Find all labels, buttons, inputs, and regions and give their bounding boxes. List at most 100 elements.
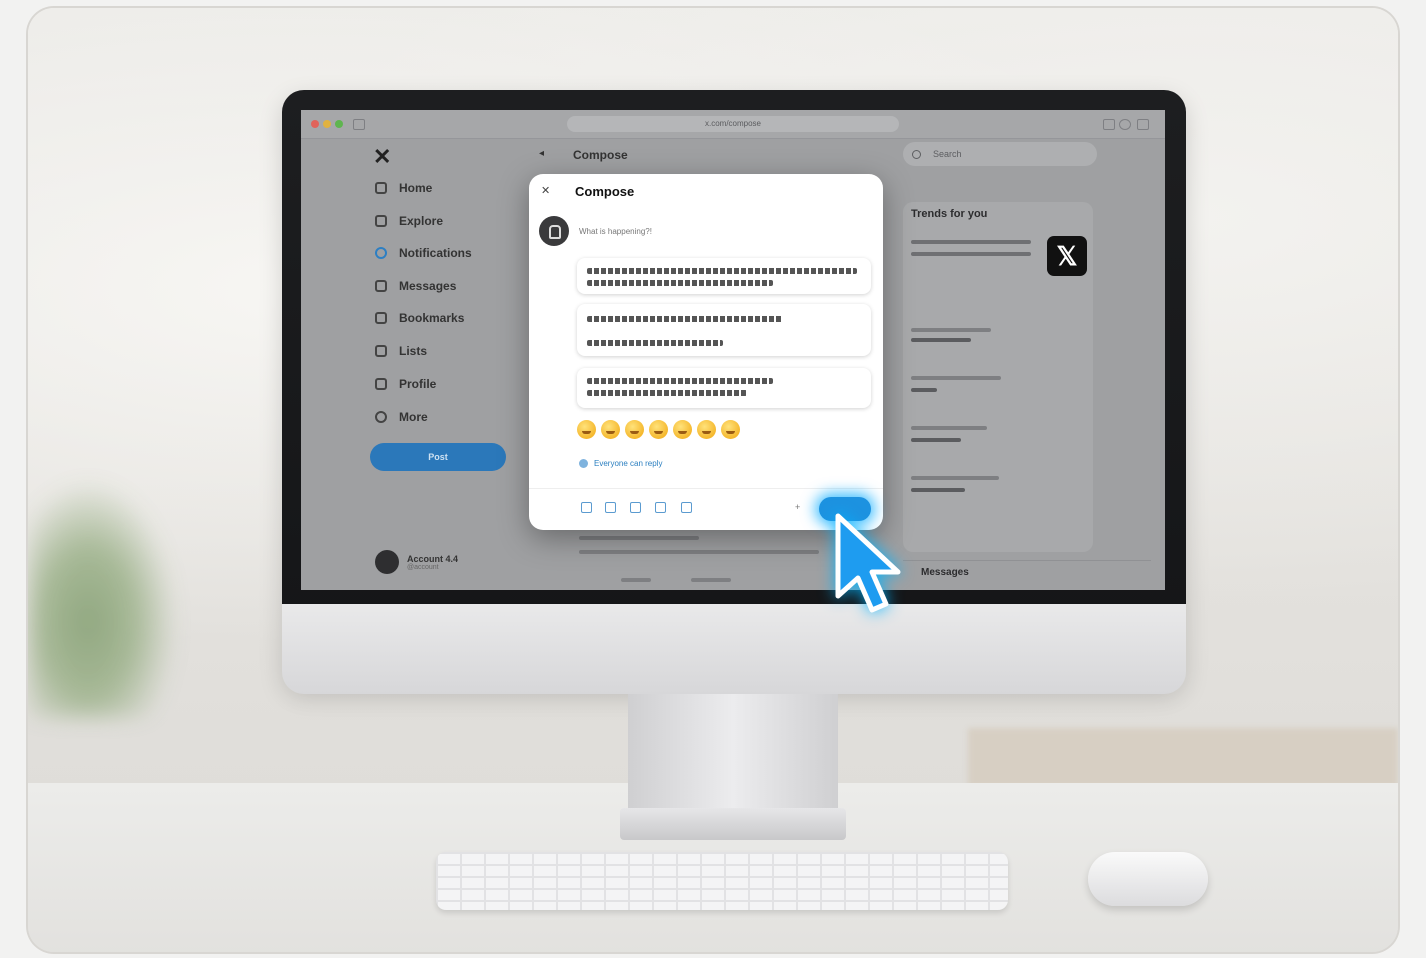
- trend-text-line: [911, 476, 999, 480]
- sidebar-item-label: Profile: [399, 377, 437, 391]
- draft-text-line: [587, 378, 773, 384]
- monitor-stand-base: [620, 808, 846, 840]
- account-switcher[interactable]: Account 4.4 @account: [375, 550, 458, 574]
- post-button[interactable]: Post: [370, 443, 506, 471]
- mouse-cursor-icon: [835, 513, 901, 613]
- trend-text-line: [911, 388, 937, 392]
- timeline-text-line: [579, 536, 699, 540]
- sidebar-item-more[interactable]: More: [375, 407, 428, 427]
- sidebar-item-label: Lists: [399, 344, 428, 358]
- draft-text-line: [587, 280, 773, 286]
- sidebar-item-home[interactable]: Home: [375, 178, 432, 198]
- sidebar-item-label: Home: [399, 181, 433, 195]
- account-handle: @account: [407, 563, 439, 571]
- tabs-overview-icon[interactable]: [1137, 119, 1149, 130]
- bell-icon: [375, 247, 387, 259]
- bookmark-icon: [375, 312, 387, 324]
- draft-text-line: [587, 316, 783, 322]
- timeline-text-line: [691, 578, 731, 582]
- explore-icon: [375, 215, 387, 227]
- draft-text-line: [587, 268, 857, 274]
- account-name: Account 4.4: [407, 553, 459, 564]
- trend-text-line: [911, 426, 987, 430]
- gif-icon[interactable]: [605, 502, 616, 513]
- trend-text-line: [911, 338, 971, 342]
- add-thread-icon[interactable]: +: [795, 502, 800, 512]
- poll-icon[interactable]: [630, 502, 641, 513]
- trend-text-line: [911, 328, 991, 332]
- list-icon: [375, 345, 387, 357]
- emoji-icon[interactable]: [601, 420, 620, 439]
- emoji-row: [577, 420, 740, 439]
- emoji-icon[interactable]: [625, 420, 644, 439]
- trend-text-line: [911, 488, 965, 492]
- timeline-text-line: [579, 550, 819, 554]
- address-bar[interactable]: x.com/compose: [567, 116, 899, 132]
- sidebar-item-label: Bookmarks: [399, 311, 465, 325]
- more-icon: [375, 411, 387, 423]
- compose-modal: ✕ Compose What is happening?! Everyone c…: [529, 174, 883, 530]
- background-cabinet: [968, 728, 1398, 788]
- draft-card[interactable]: [577, 258, 871, 294]
- user-avatar: [539, 216, 569, 246]
- monitor-stand: [628, 694, 838, 814]
- image-icon[interactable]: [581, 502, 592, 513]
- page-title: Compose: [573, 148, 628, 162]
- screen: x.com/compose ✕ Home Explore Notificatio…: [301, 110, 1165, 590]
- trend-text-line: [911, 252, 1031, 256]
- draft-card[interactable]: [577, 304, 871, 356]
- close-icon[interactable]: ✕: [541, 184, 550, 197]
- sidebar-item-label: More: [399, 410, 428, 424]
- trend-text-line: [911, 376, 1001, 380]
- timeline-text-line: [621, 578, 651, 582]
- keyboard: [436, 852, 1008, 910]
- x-brand-tile-icon: 𝕏: [1047, 236, 1087, 276]
- maximize-window-icon[interactable]: [335, 120, 343, 128]
- sidebar-toggle-icon[interactable]: [353, 119, 365, 130]
- location-icon[interactable]: [681, 502, 692, 513]
- sidebar-item-messages[interactable]: Messages: [375, 276, 456, 296]
- back-arrow-icon[interactable]: ◂: [539, 148, 544, 159]
- background-plant: [28, 478, 178, 718]
- trend-text-line: [911, 240, 1031, 244]
- sidebar-item-label: Explore: [399, 214, 444, 228]
- trend-text-line: [911, 438, 961, 442]
- share-icon[interactable]: [1103, 119, 1115, 130]
- emoji-icon[interactable]: [577, 420, 596, 439]
- search-icon: [912, 150, 921, 159]
- home-icon: [375, 182, 387, 194]
- sidebar-item-label: Messages: [399, 279, 457, 293]
- mouse: [1088, 852, 1208, 906]
- schedule-icon[interactable]: [655, 502, 666, 513]
- emoji-icon[interactable]: [649, 420, 668, 439]
- x-logo-icon[interactable]: ✕: [373, 144, 391, 170]
- sidebar-item-explore[interactable]: Explore: [375, 211, 443, 231]
- sidebar-item-label: Notifications: [399, 246, 472, 260]
- compose-input[interactable]: What is happening?!: [579, 227, 652, 236]
- globe-icon: [579, 459, 588, 468]
- emoji-icon[interactable]: [697, 420, 716, 439]
- draft-text-line: [587, 340, 723, 346]
- reply-setting-label: Everyone can reply: [594, 459, 663, 468]
- avatar: [375, 550, 399, 574]
- close-window-icon[interactable]: [311, 120, 319, 128]
- modal-title: Compose: [575, 184, 635, 199]
- sidebar-item-lists[interactable]: Lists: [375, 341, 427, 361]
- emoji-icon[interactable]: [721, 420, 740, 439]
- profile-icon: [375, 378, 387, 390]
- trends-title: Trends for you: [911, 208, 988, 220]
- search-input[interactable]: Search: [903, 142, 1097, 166]
- browser-titlebar: x.com/compose: [301, 110, 1165, 139]
- sidebar-item-notifications[interactable]: Notifications: [375, 243, 472, 263]
- divider: [529, 488, 883, 489]
- minimize-window-icon[interactable]: [323, 120, 331, 128]
- new-tab-icon[interactable]: [1119, 119, 1131, 130]
- draft-text-line: [587, 390, 747, 396]
- mail-icon: [375, 280, 387, 292]
- draft-card[interactable]: [577, 368, 871, 408]
- reply-setting[interactable]: Everyone can reply: [579, 459, 662, 468]
- monitor-chin: [282, 604, 1186, 694]
- emoji-icon[interactable]: [673, 420, 692, 439]
- sidebar-item-profile[interactable]: Profile: [375, 374, 436, 394]
- sidebar-item-bookmarks[interactable]: Bookmarks: [375, 308, 464, 328]
